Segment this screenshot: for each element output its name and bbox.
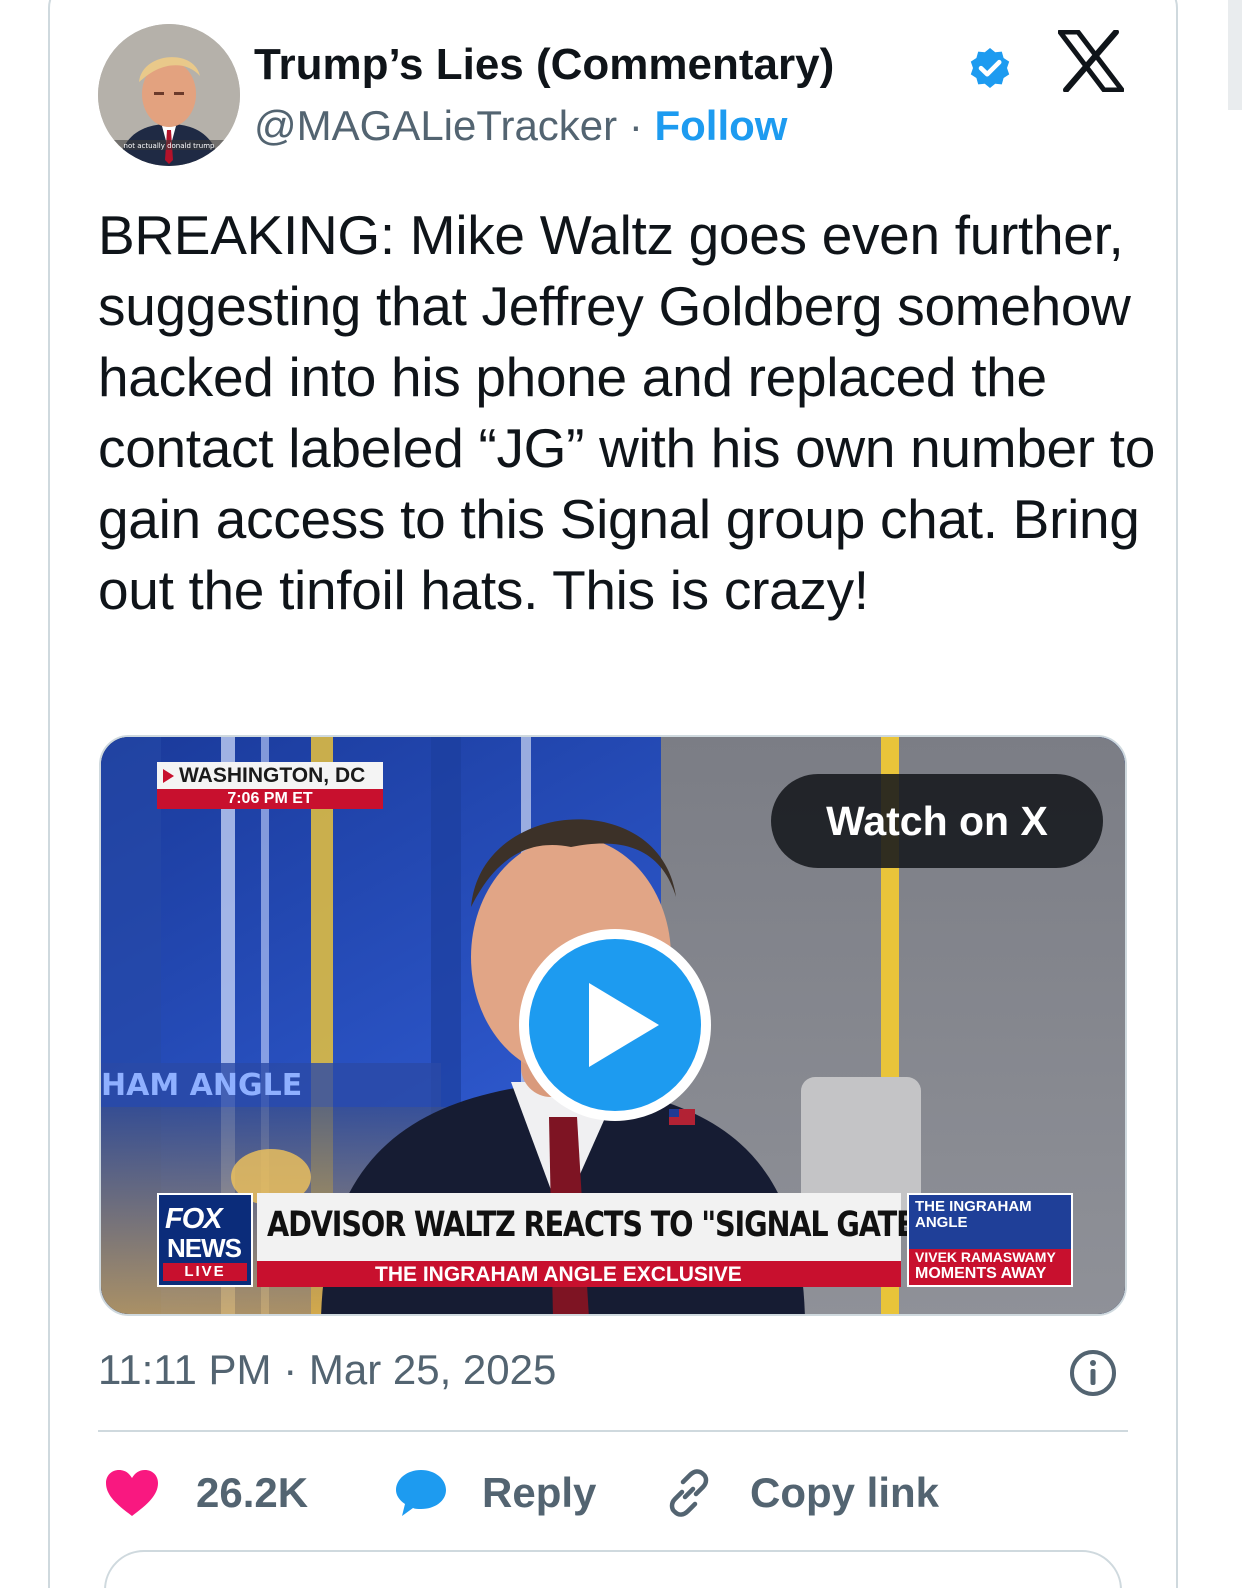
handle-row: @MAGALieTracker · Follow [254,102,787,150]
user-handle[interactable]: @MAGALieTracker [254,102,617,149]
tweet-header: not actually donald trump Trump’s Lies (… [98,24,1130,169]
subheadline-box: THE INGRAHAM ANGLE EXCLUSIVE [257,1261,901,1287]
display-name[interactable]: Trump’s Lies (Commentary) [254,40,834,90]
backdrop-text: HAM ANGLE [101,1068,302,1103]
avatar[interactable]: not actually donald trump [98,24,240,166]
network-fox: FOX [165,1203,223,1235]
avatar-caption: not actually donald trump [124,142,215,150]
heart-icon [106,1470,158,1516]
follow-button[interactable]: Follow [654,102,787,149]
watch-on-x-button[interactable]: Watch on X [771,774,1103,868]
tweet-text: BREAKING: Mike Waltz goes even further, … [98,204,1156,621]
chyron-headline: ADVISOR WALTZ REACTS TO "SIGNAL GATE" [267,1205,929,1245]
promo-note: MOMENTS AWAY [915,1265,1047,1282]
promo-show: THE INGRAHAM ANGLE [915,1198,1032,1231]
copy-link-label: Copy link [750,1469,940,1516]
live-badge: LIVE [163,1263,247,1281]
reply-button[interactable]: Reply [394,1462,596,1524]
like-button[interactable]: 26.2K [104,1462,308,1524]
action-bar: 26.2K Reply Copy link [98,1462,1138,1524]
read-replies-button[interactable] [104,1550,1122,1588]
tweet-timestamp[interactable]: 11:11 PM · Mar 25, 2025 [98,1346,556,1394]
play-icon[interactable] [515,925,715,1125]
copy-link-button[interactable]: Copy link [664,1462,939,1524]
verified-badge-icon [970,48,1010,88]
separator-dot: · [617,102,655,149]
location-text: WASHINGTON, DC [179,764,366,787]
like-count: 26.2K [196,1469,309,1516]
reply-bubble-icon [396,1470,446,1516]
scrollbar[interactable] [1228,0,1242,110]
x-logo-icon[interactable] [1058,30,1124,92]
promo-banner: VIVEK RAMASWAMY MOMENTS AWAY [909,1249,1071,1285]
promo-guest: VIVEK RAMASWAMY [915,1249,1056,1265]
news-chyron: FOX NEWS LIVE ADVISOR WALTZ REACTS TO "S… [157,1193,1073,1291]
chyron-subheadline: THE INGRAHAM ANGLE EXCLUSIVE [375,1263,742,1286]
link-icon [669,1469,709,1517]
network-news: NEWS [167,1233,242,1263]
reply-label: Reply [482,1469,597,1516]
video-player[interactable]: HAM ANGLE WASHINGTON, DC 7:06 PM ET Watc… [99,735,1127,1316]
promo-box: THE INGRAHAM ANGLE VIVEK RAMASWAMY MOMEN… [907,1193,1073,1287]
location-tag: WASHINGTON, DC 7:06 PM ET [157,762,383,809]
divider [98,1430,1128,1432]
headline-box: ADVISOR WALTZ REACTS TO "SIGNAL GATE" [257,1193,929,1261]
avatar-image: not actually donald trump [98,24,240,166]
broadcast-time: 7:06 PM ET [157,789,383,809]
info-icon[interactable] [1068,1348,1118,1398]
network-logo: FOX NEWS LIVE [157,1193,253,1287]
